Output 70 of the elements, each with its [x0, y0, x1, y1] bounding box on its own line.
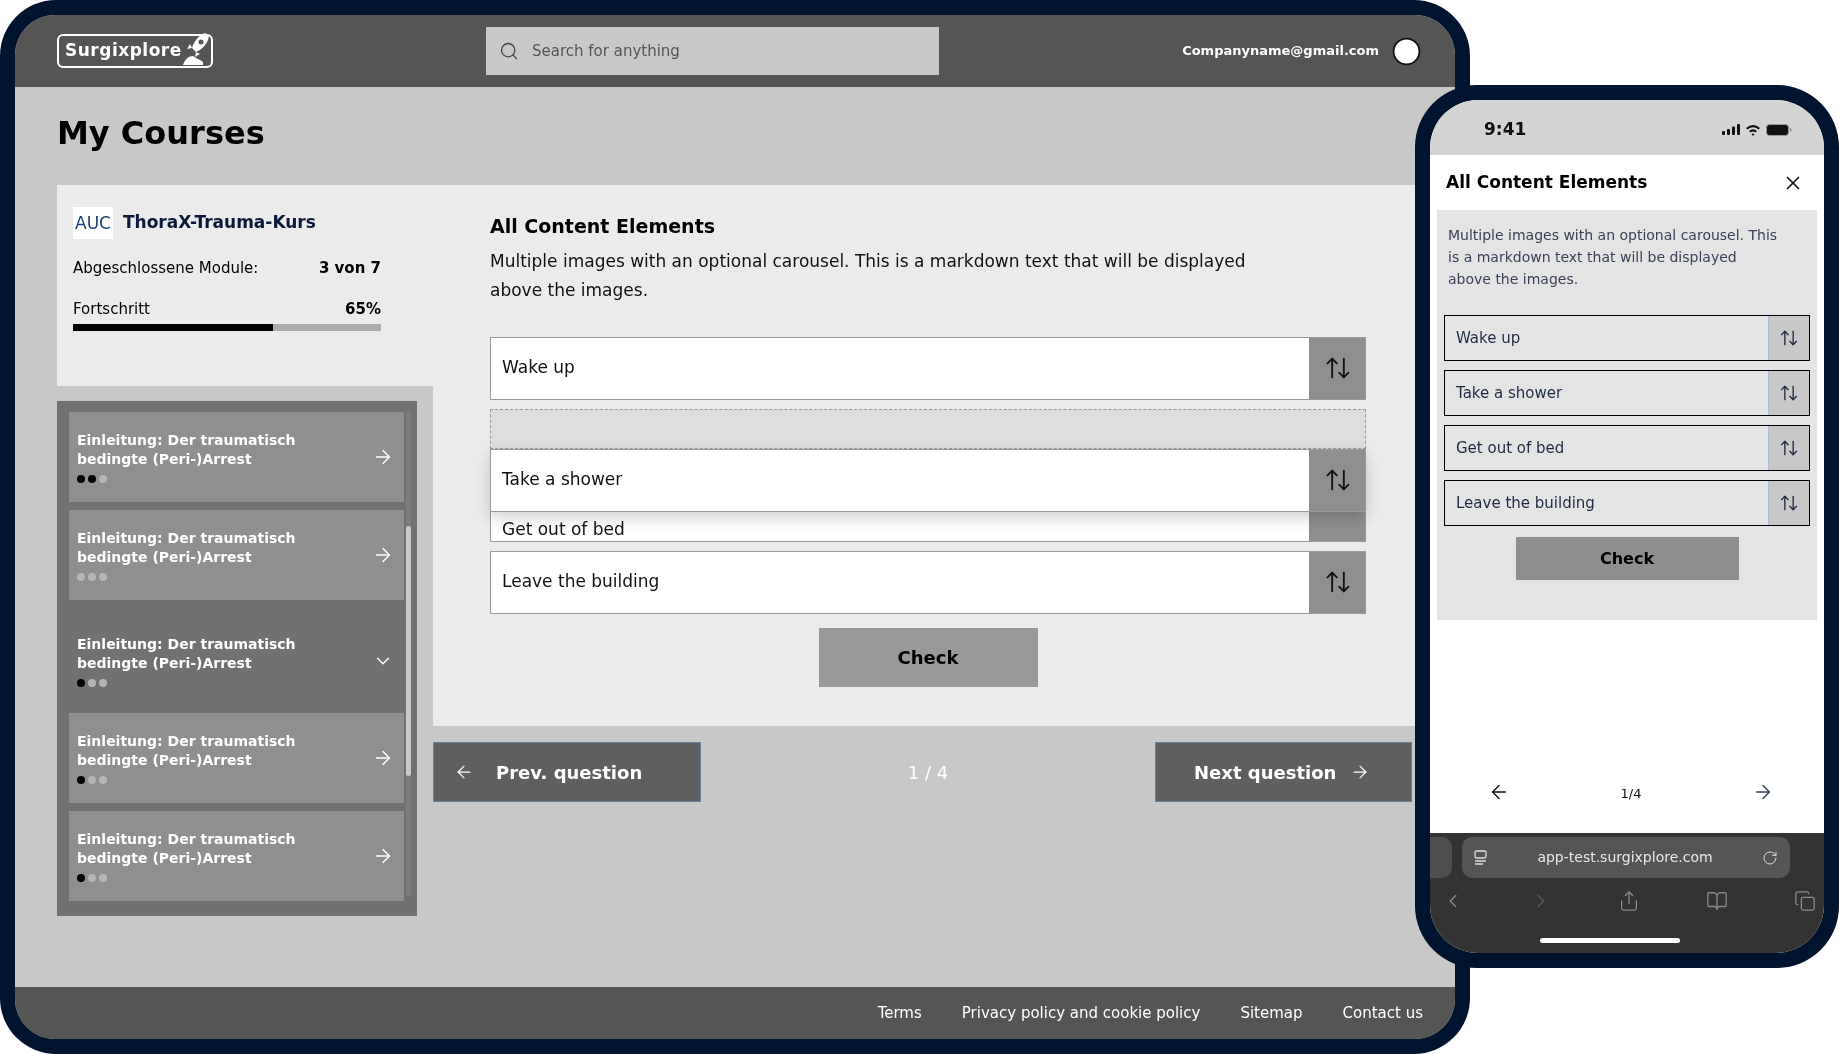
item-label: Get out of bed — [1455, 437, 1566, 459]
reorder-button[interactable] — [1309, 551, 1365, 613]
rocket-icon — [181, 32, 211, 66]
footer-link[interactable]: Privacy policy and cookie policy — [961, 1001, 1201, 1025]
content-description: Multiple images with an optional carousel. This is a markdown text that will be displayed above the images. — [1447, 226, 1779, 289]
search-icon — [499, 41, 519, 61]
up-down-arrows-icon — [1779, 328, 1799, 348]
modules-label: Abgeschlossene Module: — [73, 258, 259, 279]
item-label: Leave the building — [1455, 492, 1596, 514]
book-icon[interactable] — [1706, 890, 1728, 912]
item-label: Take a shower — [1455, 382, 1564, 404]
next-question-button[interactable]: Next question — [1155, 742, 1412, 802]
module-title: Einleitung: Der traumatisch bedingte (Peri-)Arrest — [77, 732, 297, 770]
reorder-button[interactable] — [1768, 316, 1809, 360]
check-button[interactable]: Check — [818, 627, 1038, 687]
logo-text: Surgixplore — [65, 39, 182, 63]
search-field[interactable]: Search for anything — [486, 27, 939, 75]
account-email[interactable]: Companyname@gmail.com — [1182, 41, 1379, 61]
wifi-icon — [1745, 123, 1761, 136]
sortable-item[interactable]: Wake up — [1444, 315, 1810, 361]
reload-icon — [1762, 849, 1778, 866]
content-description: Multiple images with an optional carousel. This is a markdown text that will be displayed above the images. — [490, 249, 1247, 302]
signal-icon — [1722, 124, 1740, 135]
up-down-arrows-icon — [1779, 383, 1799, 403]
module-title: Einleitung: Der traumatisch bedingte (Peri-)Arrest — [77, 529, 297, 567]
logo[interactable]: Surgixplore — [57, 34, 213, 68]
module-title: Einleitung: Der traumatisch bedingte (Peri-)Arrest — [77, 830, 297, 868]
footer-link[interactable]: Terms — [877, 1001, 922, 1025]
progress-value: 65% — [345, 298, 381, 320]
footer-link[interactable]: Sitemap — [1240, 1001, 1303, 1025]
item-label: Take a shower — [501, 468, 623, 492]
check-button[interactable]: Check — [1515, 537, 1739, 580]
reorder-button[interactable] — [1768, 426, 1809, 470]
previous-question-button[interactable]: Prev. question — [433, 742, 701, 802]
course-logo: AUC — [73, 207, 113, 239]
module-title: Einleitung: Der traumatisch bedingte (Peri-)Arrest — [77, 634, 297, 673]
dragged-item[interactable]: Take a shower — [490, 448, 1366, 512]
item-label: Leave the building — [501, 570, 661, 594]
reorder-button[interactable] — [1768, 371, 1809, 415]
url-text: app-test.surgixplore.com — [1536, 848, 1714, 867]
course-title: ThoraX-Trauma-Kurs — [122, 211, 316, 235]
phone-title: All Content Elements — [1446, 170, 1648, 194]
reorder-button[interactable] — [1768, 481, 1809, 525]
sortable-item[interactable]: Take a shower — [1444, 370, 1810, 416]
page-menu-icon — [1474, 850, 1488, 865]
sortable-item[interactable]: Wake up — [490, 336, 1366, 400]
battery-icon — [1766, 123, 1792, 136]
sortable-item[interactable]: Leave the building — [490, 550, 1366, 614]
modules-value: 3 von 7 — [318, 258, 381, 279]
item-label: Wake up — [501, 356, 576, 380]
item-label: Wake up — [1455, 327, 1522, 349]
share-icon[interactable] — [1618, 890, 1640, 912]
reorder-button[interactable] — [1309, 337, 1365, 399]
footer-link[interactable]: Contact us — [1342, 1001, 1423, 1025]
content-title: All Content Elements — [490, 214, 717, 239]
address-field[interactable]: app-test.surgixplore.com — [1462, 837, 1790, 878]
page-counter: 1/4 — [1620, 784, 1642, 803]
module-title: Einleitung: Der traumatisch bedingte (Peri-)Arrest — [77, 431, 297, 469]
tabs-icon[interactable] — [1794, 890, 1816, 912]
reorder-button[interactable] — [1309, 449, 1365, 511]
sortable-item[interactable]: Get out of bed — [1444, 425, 1810, 471]
sortable-item[interactable]: Leave the building — [1444, 480, 1810, 526]
status-time: 9:41 — [1484, 117, 1527, 141]
up-down-arrows-icon — [1779, 438, 1799, 458]
page-title: My Courses — [57, 113, 266, 153]
sortable-item[interactable]: Get out of bed — [490, 511, 1366, 542]
progress-label: Fortschritt — [73, 298, 150, 320]
account-avatar-icon[interactable] — [1391, 35, 1422, 67]
up-down-arrows-icon — [1779, 493, 1799, 513]
item-label: Get out of bed — [501, 517, 625, 541]
